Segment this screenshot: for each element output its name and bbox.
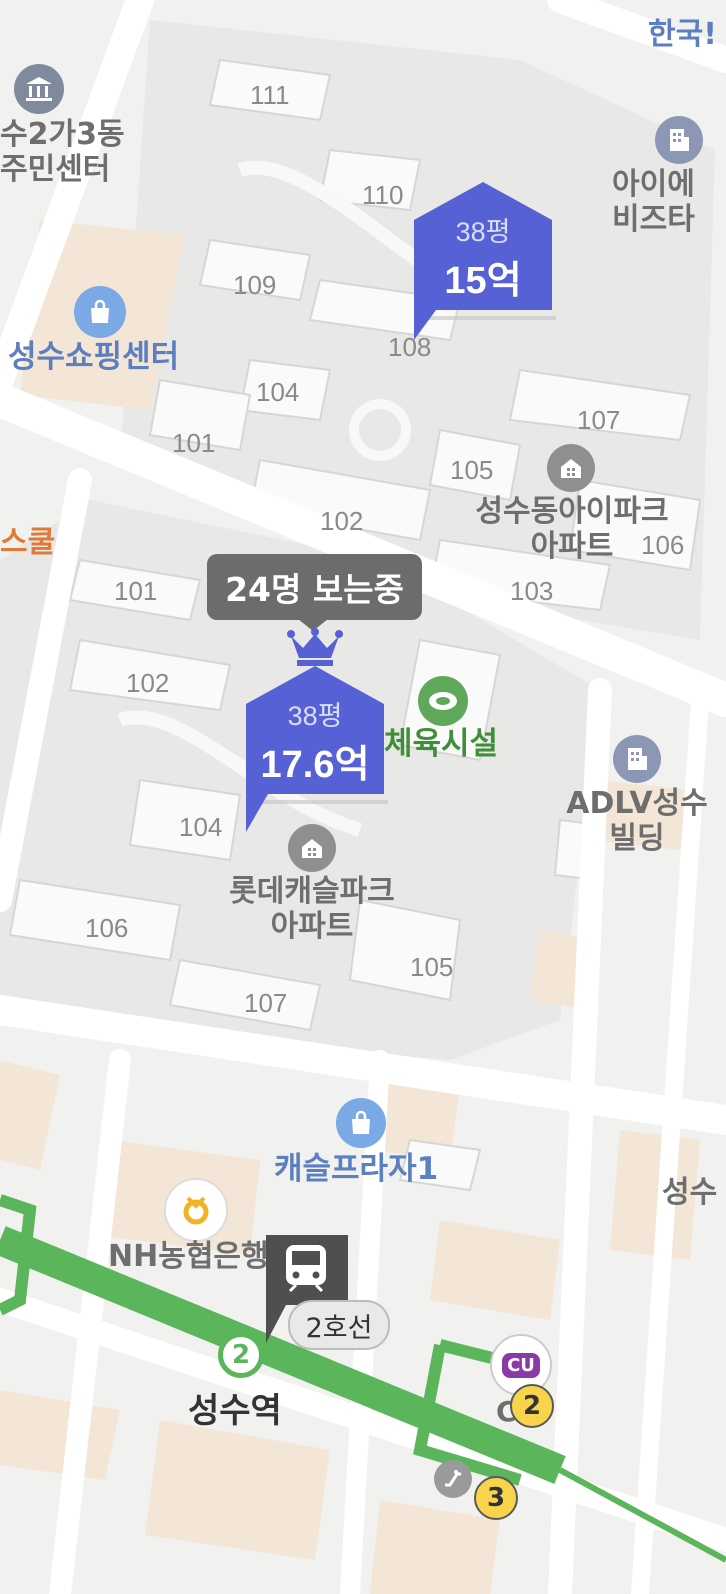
shopping-bag-icon[interactable] [74, 286, 126, 338]
line-2-station-icon[interactable]: 2 [218, 1332, 264, 1378]
bank-icon[interactable] [164, 1178, 228, 1242]
marker-area: 38평 [455, 217, 511, 247]
building-number: 105 [410, 952, 454, 982]
office-building-icon[interactable] [655, 116, 703, 164]
marker-price: 17.6억 [260, 744, 370, 786]
exit-3-icon[interactable]: 3 [474, 1476, 518, 1520]
building-number: 104 [256, 377, 300, 407]
building-number: 103 [510, 576, 554, 606]
building-number: 109 [233, 270, 277, 300]
ipark-apartment-label[interactable]: 성수동아이파크 아파트 [462, 494, 682, 564]
building-number: 105 [450, 455, 494, 485]
station-name[interactable]: 성수역 [188, 1391, 282, 1431]
building-number: 107 [577, 405, 621, 435]
community-center-label[interactable]: 수2가3동 주민센터 [0, 117, 125, 187]
building-number: 106 [85, 913, 129, 943]
building-number: 101 [114, 576, 158, 606]
school-label[interactable]: 스쿨 [0, 525, 55, 561]
nh-bank-label[interactable]: NH농협은행 [108, 1239, 269, 1275]
apartment-icon[interactable] [288, 824, 336, 872]
aihaeri-label[interactable]: 아이에 비즈타 [612, 167, 695, 237]
sports-facility-icon[interactable] [418, 676, 468, 726]
price-marker[interactable]: 38평 15억 [406, 180, 560, 350]
adlv-building-label[interactable]: ADLV성수 빌딩 [562, 786, 712, 856]
building-number: 111 [250, 80, 290, 110]
building-number: 102 [320, 506, 364, 536]
sports-facility-label[interactable]: 체육시설 [384, 726, 498, 763]
lotte-castle-label[interactable]: 롯데캐슬파크 아파트 [212, 874, 412, 944]
apartment-icon[interactable] [547, 444, 595, 492]
escalator-icon[interactable] [434, 1460, 472, 1498]
line-tag[interactable]: 2호선 [288, 1300, 390, 1350]
castle-plaza-label[interactable]: 캐슬프라자1 [274, 1151, 438, 1188]
building-number: 107 [244, 988, 288, 1018]
marker-area: 38평 [287, 701, 343, 731]
building-number: 101 [172, 428, 216, 458]
marker-price: 15억 [444, 260, 522, 302]
building-number: 102 [126, 668, 170, 698]
map-view[interactable]: 111 110 109 108 104 101 107 105 102 106 … [0, 0, 726, 1594]
seongsu-right-label[interactable]: 성수 [662, 1175, 717, 1211]
crown-icon [287, 628, 343, 666]
building-number: 110 [362, 180, 404, 210]
exit-2-icon[interactable]: 2 [510, 1384, 554, 1428]
government-icon[interactable] [14, 64, 64, 114]
price-marker-featured[interactable]: 38평 17.6억 [238, 664, 392, 836]
shopping-center-label[interactable]: 성수쇼핑센터 [8, 339, 179, 376]
shopping-bag-icon[interactable] [336, 1098, 386, 1148]
building-number: 104 [179, 812, 223, 842]
office-building-icon[interactable] [613, 735, 661, 783]
viewers-bubble[interactable]: 24명 보는중 [207, 554, 422, 620]
korea-label[interactable]: 한국! [648, 17, 717, 53]
cu-logo: CU [502, 1352, 540, 1378]
